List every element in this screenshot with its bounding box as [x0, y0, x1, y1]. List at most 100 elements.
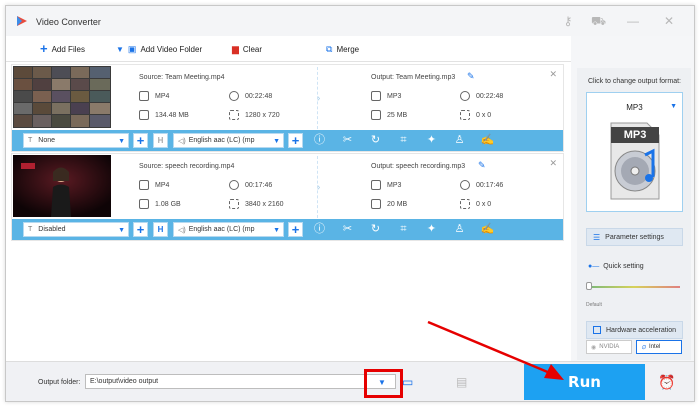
info-icon[interactable]: ⓘ	[312, 222, 327, 237]
chevron-down-icon: ▼	[273, 138, 280, 145]
output-size: 25 MB	[387, 112, 408, 119]
edit-subtitle-icon[interactable]: ✍	[480, 222, 495, 237]
clock-icon	[229, 180, 239, 190]
add-subtitle-button[interactable]: +	[133, 222, 148, 237]
cut-icon[interactable]: ✂	[340, 222, 355, 237]
edit-subtitle-icon[interactable]: ✍	[480, 133, 495, 148]
add-audio-button[interactable]: +	[288, 222, 303, 237]
chip-icon	[593, 326, 601, 334]
remove-file-icon[interactable]: ✕	[549, 158, 557, 169]
edit-output-name-icon[interactable]: ✎	[478, 160, 486, 171]
file-size-icon	[371, 110, 381, 120]
chevron-down-icon: ▼	[118, 138, 125, 145]
close-window-icon[interactable]: ✕	[662, 14, 676, 28]
hardware-acceleration-button[interactable]: Hardware acceleration	[586, 321, 683, 339]
nvidia-toggle[interactable]: ◉ NVIDIA	[586, 340, 632, 354]
chevron-down-icon: ▼	[118, 227, 125, 234]
video-thumbnail[interactable]	[13, 66, 111, 128]
hardsub-icon[interactable]: H	[153, 133, 168, 148]
hardsub-icon[interactable]: H	[153, 222, 168, 237]
output-folder-input[interactable]: E:\output\video output	[85, 374, 396, 389]
effect-wand-icon[interactable]: ✦	[424, 222, 439, 237]
nvidia-label: NVIDIA	[599, 344, 620, 350]
app-window: Video Converter ⚷ ⛟ — ✕ + Add Files ▼ ▣ …	[5, 5, 695, 402]
watermark-icon[interactable]: ♙	[452, 133, 467, 148]
audio-track-value: English aac (LC) (mp	[188, 226, 255, 233]
output-list-icon[interactable]: ▤	[456, 375, 467, 389]
minimize-icon[interactable]: —	[626, 14, 640, 28]
source-duration: 00:17:46	[245, 182, 273, 189]
source-resolution: 1280 x 720	[245, 112, 280, 119]
intel-toggle[interactable]: ⊙ Intel	[636, 340, 682, 354]
audio-track-value: English aac (LC) (mp	[188, 137, 255, 144]
file-size-icon	[139, 110, 149, 120]
source-format: MP4	[155, 93, 170, 100]
caret-down-icon: ▼	[116, 44, 124, 54]
key-icon[interactable]: ⚷	[561, 14, 575, 28]
file-size-icon	[139, 199, 149, 209]
file-row: Source: speech recording.mp4 MP4 00:17:4…	[11, 153, 564, 241]
output-format-name: MP3	[626, 103, 643, 112]
effect-wand-icon[interactable]: ✦	[424, 133, 439, 148]
output-resolution: 0 x 0	[476, 201, 492, 208]
output-duration: 00:17:46	[476, 182, 504, 189]
quick-setting-label: Quick setting	[603, 263, 644, 270]
crop-icon[interactable]: ⌗	[396, 222, 411, 237]
output-format-title: Click to change output format:	[588, 78, 681, 85]
alarm-clock-icon[interactable]: ⏰	[658, 374, 675, 391]
trash-icon: ▆	[232, 43, 239, 54]
watermark-icon[interactable]: ♙	[452, 222, 467, 237]
file-row: Source: Team Meeting.mp4 MP4 00:22:48 13…	[11, 64, 564, 152]
file-action-bar: T None ▼ + H ◁) English aac (LC) (mp ▼ +…	[12, 130, 563, 151]
video-thumbnail[interactable]	[13, 155, 111, 217]
folder-plus-icon: ▣	[127, 43, 137, 54]
crop-icon[interactable]: ⌗	[396, 133, 411, 148]
merge-button[interactable]: ⧉ Merge	[326, 36, 359, 62]
add-files-label: Add Files	[51, 44, 85, 54]
open-folder-icon[interactable]: ▭	[402, 375, 413, 389]
cart-icon[interactable]: ⛟	[591, 14, 606, 28]
add-audio-button[interactable]: +	[288, 133, 303, 148]
intel-logo-icon: ⊙	[641, 344, 647, 351]
output-format-selector[interactable]: MP3 ▼ MP3	[586, 92, 683, 212]
output-duration: 00:22:48	[476, 93, 504, 100]
subtitle-select[interactable]: T None ▼	[23, 133, 129, 148]
subtitle-select[interactable]: T Disabled ▼	[23, 222, 129, 237]
run-button[interactable]: Run	[524, 364, 645, 400]
clock-icon	[460, 180, 470, 190]
quick-setting: ●— Quick setting	[588, 263, 644, 270]
subtitle-value: Disabled	[38, 226, 66, 233]
resolution-icon	[460, 199, 470, 209]
parameter-settings-label: Parameter settings	[605, 233, 664, 241]
add-video-folder-button[interactable]: ▼ ▣ Add Video Folder	[116, 36, 202, 62]
output-folder-label: Output folder:	[38, 379, 81, 386]
bottom-bar: Output folder: E:\output\video output ▼ …	[6, 361, 694, 401]
format-icon	[139, 180, 149, 190]
info-icon[interactable]: ⓘ	[312, 133, 327, 148]
cut-icon[interactable]: ✂	[340, 133, 355, 148]
quality-slider-knob[interactable]	[586, 282, 592, 290]
add-files-button[interactable]: + Add Files	[40, 36, 85, 62]
mp3-card-label: MP3	[623, 129, 647, 141]
chevron-right-icon: ›	[317, 182, 321, 193]
remove-file-icon[interactable]: ✕	[549, 69, 557, 80]
output-resolution: 0 x 0	[476, 112, 492, 119]
source-filename: Source: speech recording.mp4	[139, 163, 235, 170]
rotate-icon[interactable]: ↻	[368, 133, 383, 148]
resolution-icon	[229, 110, 239, 120]
add-subtitle-button[interactable]: +	[133, 133, 148, 148]
annotation-highlight-box	[364, 369, 403, 398]
source-size: 1.08 GB	[155, 201, 181, 208]
quality-slider-track[interactable]	[588, 286, 680, 288]
clear-button[interactable]: ▆ Clear	[232, 36, 262, 62]
audio-track-select[interactable]: ◁) English aac (LC) (mp ▼	[173, 133, 284, 148]
edit-output-name-icon[interactable]: ✎	[467, 71, 475, 82]
parameter-settings-button[interactable]: ☰ Parameter settings	[586, 228, 683, 246]
audio-track-select[interactable]: ◁) English aac (LC) (mp ▼	[173, 222, 284, 237]
source-format: MP4	[155, 182, 170, 189]
merge-icon: ⧉	[326, 43, 333, 54]
sliders-icon: ☰	[593, 232, 601, 242]
source-duration: 00:22:48	[245, 93, 273, 100]
rotate-icon[interactable]: ↻	[368, 222, 383, 237]
intel-label: Intel	[649, 344, 661, 350]
